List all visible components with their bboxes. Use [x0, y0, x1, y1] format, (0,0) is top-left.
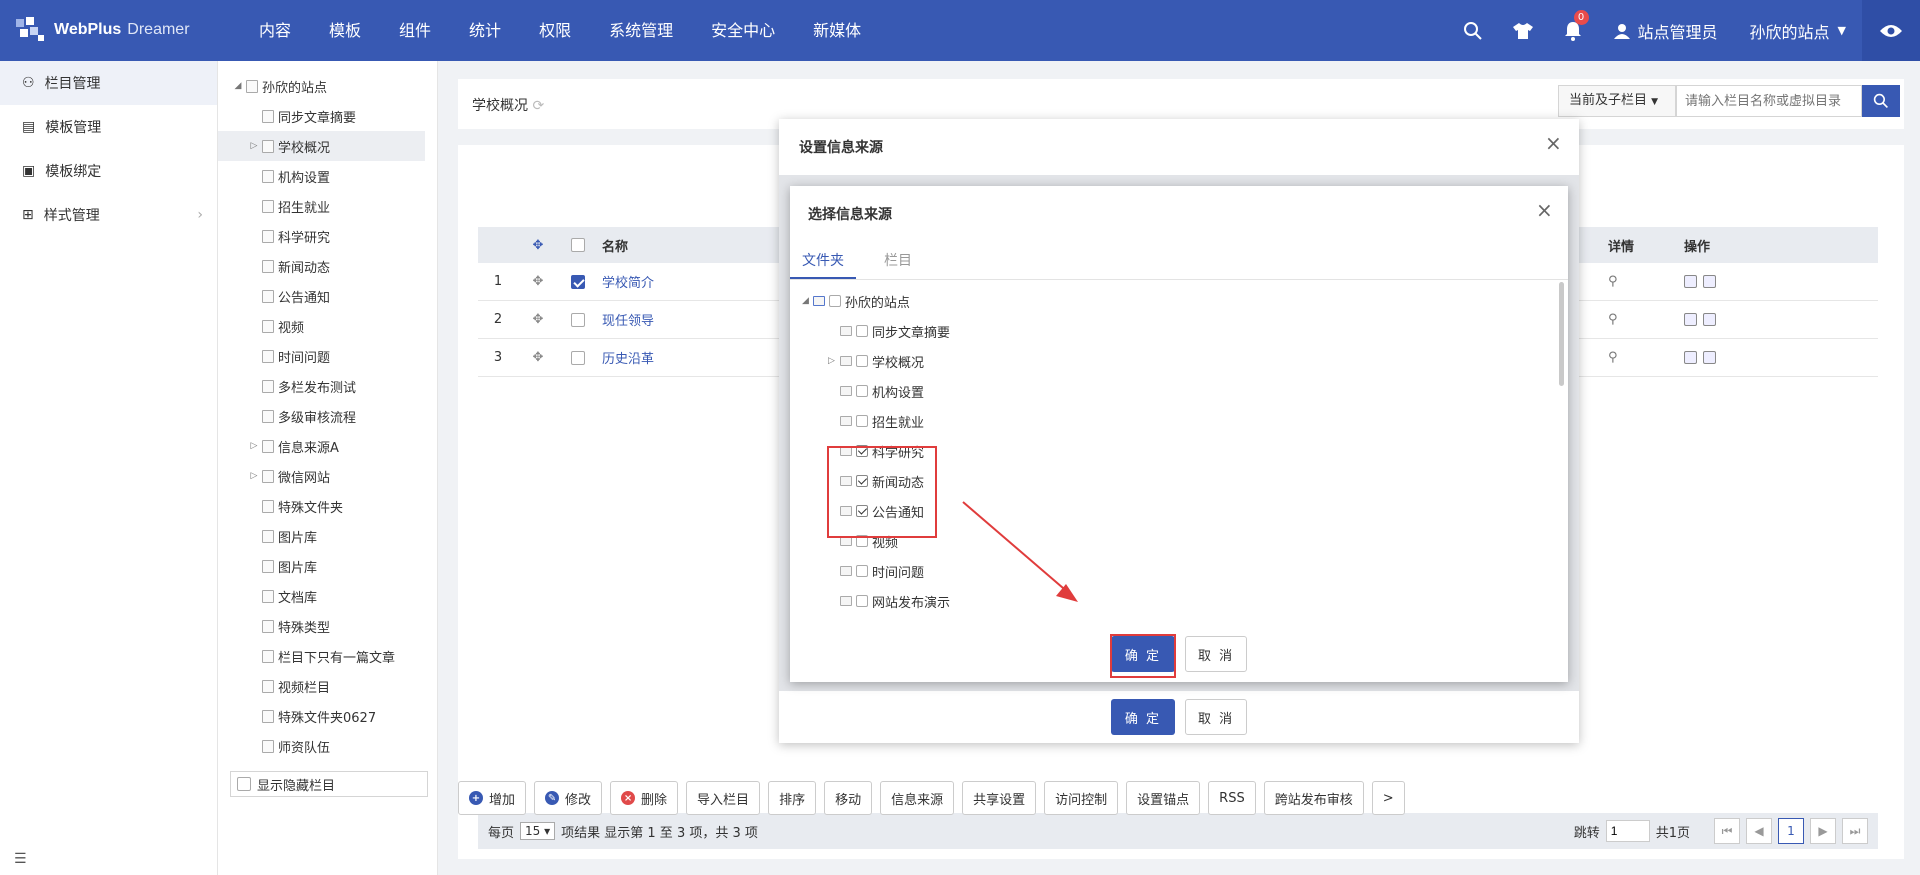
annotation-arrow: [962, 501, 1078, 602]
